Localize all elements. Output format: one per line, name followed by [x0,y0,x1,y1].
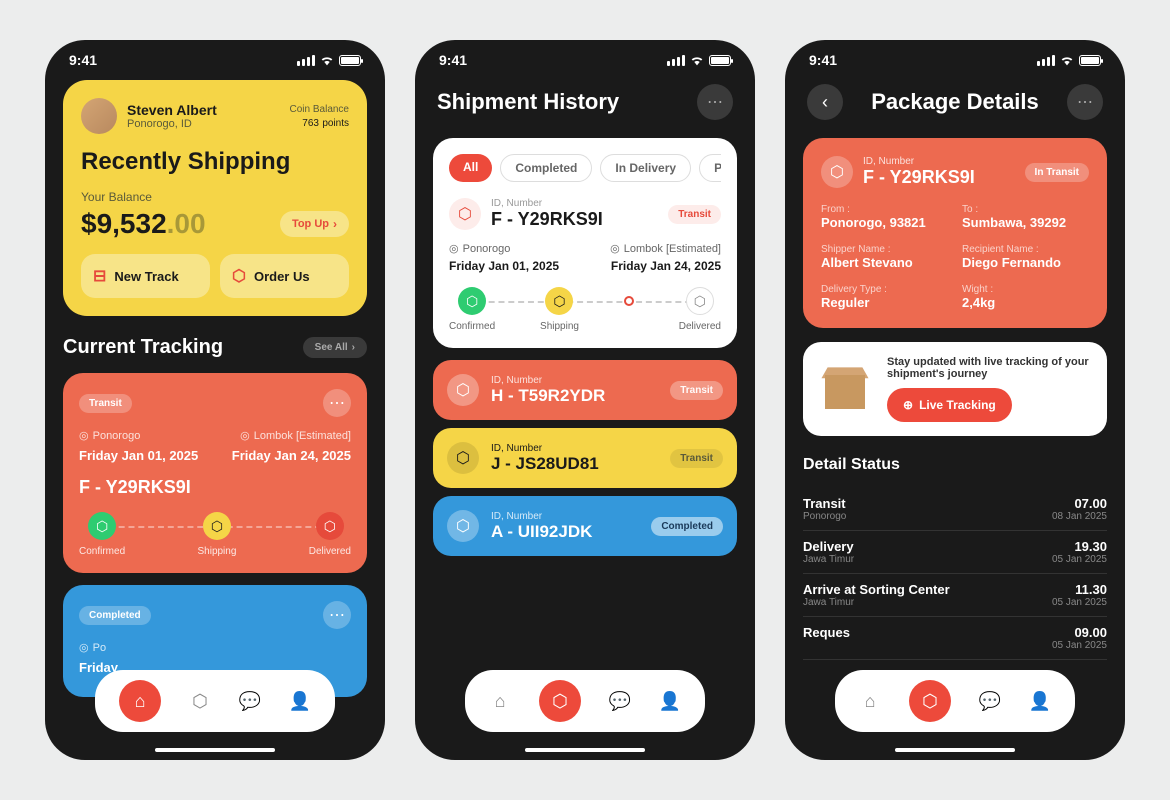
shipping-step-icon: ⬡ [545,287,573,315]
coin-label: Coin Balance [290,104,349,115]
page-title: Shipment History [437,89,619,115]
package-summary: ⬡ ID, Number F - Y29RKS9I In Transit Fro… [803,138,1107,328]
scan-icon: ⊟ [93,266,106,286]
home-indicator [155,748,275,752]
chevron-right-icon: › [352,342,355,353]
order-us-button[interactable]: ⬡Order Us [220,254,349,298]
new-track-button[interactable]: ⊟New Track [81,254,210,298]
filter-in-delivery[interactable]: In Delivery [600,154,691,182]
bottom-nav: ⌂ ⬡ 💬 👤 [465,670,705,732]
status-row: Arrive at Sorting CenterJawa Timur11.300… [803,574,1107,617]
tracking-card[interactable]: Transit ⋯ ◎ Ponorogo ◎ Lombok [Estimated… [63,373,367,573]
status-badge: Transit [670,381,723,400]
recently-shipping-title: Recently Shipping [81,148,349,176]
current-tracking-title: Current Tracking [63,336,223,359]
home-indicator [895,748,1015,752]
chevron-right-icon: › [333,217,337,231]
chat-nav[interactable]: 💬 [979,690,1001,712]
chat-nav[interactable]: 💬 [609,690,631,712]
package-id: F - Y29RKS9I [863,167,975,188]
filter-completed[interactable]: Completed [500,154,592,182]
box-icon: ⬡ [821,156,853,188]
status-row: DeliveryJawa Timur19.3005 Jan 2025 [803,531,1107,574]
more-button[interactable]: ⋯ [1067,84,1103,120]
shipment-item[interactable]: ⬡ ID, NumberH - T59R2YDR Transit [433,360,737,420]
box-nav[interactable]: ⬡ [189,690,211,712]
balance-label: Your Balance [81,190,349,204]
status-badge: In Transit [1025,163,1089,182]
balance-value: $9,532.00 [81,208,206,240]
home-nav[interactable]: ⌂ [859,690,881,712]
home-nav[interactable]: ⌂ [489,690,511,712]
avatar[interactable] [81,98,117,134]
more-button[interactable]: ⋯ [323,601,351,629]
filter-all[interactable]: All [449,154,492,182]
box-icon: ⬡ [449,198,481,230]
profile-nav[interactable]: 👤 [659,690,681,712]
status-row: TransitPonorogo07.0008 Jan 2025 [803,488,1107,531]
home-nav[interactable]: ⌂ [119,680,161,722]
from-location: ◎ Ponorogo [79,429,140,442]
shipment-item[interactable]: ⬡ ID, NumberJ - JS28UD81 Transit [433,428,737,488]
progress-dot-icon [624,296,634,306]
filter-pending[interactable]: Pending [699,154,721,182]
open-box-icon [817,365,873,413]
box-icon: ⬡ [447,510,479,542]
delivered-step-icon: ⬡ [686,287,714,315]
to-date: Friday Jan 24, 2025 [232,448,351,463]
screen-details: 9:41 ‹ Package Details ⋯ ⬡ ID, Number F … [785,40,1125,760]
clock: 9:41 [69,52,97,68]
top-up-button[interactable]: Top Up› [280,211,349,237]
box-nav[interactable]: ⬡ [909,680,951,722]
status-row: Reques09.0005 Jan 2025 [803,617,1107,660]
more-button[interactable]: ⋯ [323,389,351,417]
shipment-item[interactable]: ⬡ ID, NumberA - UII92JDK Completed [433,496,737,556]
status-badge: Completed [651,517,723,536]
profile-nav[interactable]: 👤 [1029,690,1051,712]
back-button[interactable]: ‹ [807,84,843,120]
page-title: Package Details [871,89,1039,115]
live-tracking-button[interactable]: ⊕Live Tracking [887,388,1012,422]
confirmed-step-icon: ⬡ [458,287,486,315]
box-nav[interactable]: ⬡ [539,680,581,722]
status-bar: 9:41 [785,40,1125,80]
see-all-button[interactable]: See All› [303,337,367,358]
status-bar: 9:41 [45,40,385,80]
wifi-icon [319,52,335,68]
box-icon: ⬡ [447,374,479,406]
tracking-id: F - Y29RKS9I [79,477,351,498]
target-icon: ⊕ [903,398,913,412]
detail-status-title: Detail Status [803,456,1107,474]
box-icon: ⬡ [447,442,479,474]
user-name: Steven Albert [127,102,280,118]
status-badge: Transit [79,394,132,413]
status-icons [297,52,361,68]
from-date: Friday Jan 01, 2025 [79,448,198,463]
live-tracking-card: Stay updated with live tracking of your … [803,342,1107,436]
bottom-nav: ⌂ ⬡ 💬 👤 [835,670,1075,732]
shipment-featured: All Completed In Delivery Pending ⬡ ID, … [433,138,737,348]
screen-history: 9:41 Shipment History ⋯ All Completed In… [415,40,755,760]
more-button[interactable]: ⋯ [697,84,733,120]
chat-nav[interactable]: 💬 [239,690,261,712]
status-badge: Transit [670,449,723,468]
status-badge: Transit [668,205,721,224]
confirmed-step-icon: ⬡ [88,512,116,540]
balance-card: Steven Albert Ponorogo, ID Coin Balance … [63,80,367,316]
shipping-step-icon: ⬡ [203,512,231,540]
status-bar: 9:41 [415,40,755,80]
to-location: ◎ Lombok [Estimated] [240,429,351,442]
screen-home: 9:41 Steven Albert Ponorogo, ID Coin Bal… [45,40,385,760]
status-badge: Completed [79,606,151,625]
home-indicator [525,748,645,752]
box-icon: ⬡ [232,266,246,286]
profile-nav[interactable]: 👤 [289,690,311,712]
delivered-step-icon: ⬡ [316,512,344,540]
user-location: Ponorogo, ID [127,118,280,130]
coin-value: 763 points [290,115,349,129]
bottom-nav: ⌂ ⬡ 💬 👤 [95,670,335,732]
shipment-id: F - Y29RKS9I [491,209,658,230]
